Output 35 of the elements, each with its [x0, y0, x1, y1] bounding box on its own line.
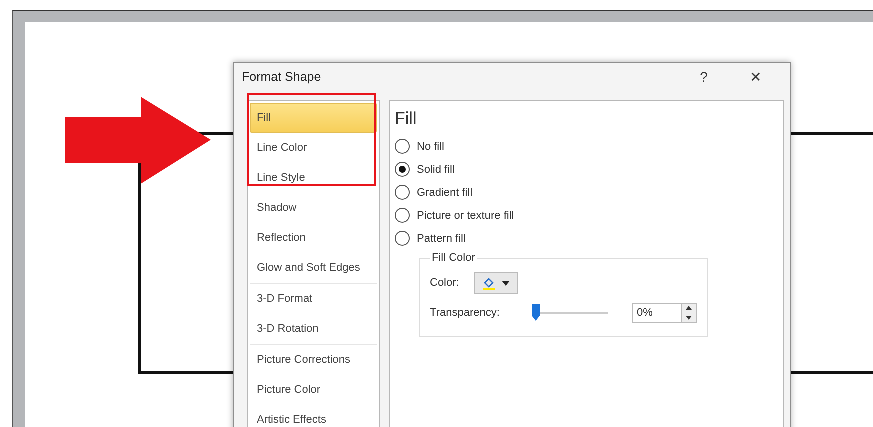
transparency-slider[interactable] — [532, 304, 608, 322]
color-label: Color: — [430, 277, 460, 289]
radio-button[interactable] — [395, 139, 410, 154]
close-button[interactable]: ✕ — [730, 65, 782, 89]
radio-label: Gradient fill — [417, 186, 473, 198]
category-item[interactable]: Picture Color — [250, 375, 377, 405]
help-button[interactable]: ? — [678, 65, 730, 89]
color-picker-button[interactable] — [474, 272, 518, 294]
caret-icon — [502, 280, 510, 286]
category-item[interactable]: Shadow — [250, 193, 377, 223]
category-item[interactable]: 3-D Format — [250, 284, 377, 314]
radio-button[interactable] — [395, 208, 410, 223]
category-item[interactable]: Reflection — [250, 223, 377, 253]
radio-label: Picture or texture fill — [417, 210, 514, 222]
transparency-label: Transparency: — [430, 307, 501, 319]
category-item[interactable]: 3-D Rotation — [250, 314, 377, 344]
radio-label: No fill — [417, 140, 445, 152]
category-item[interactable]: Glow and Soft Edges — [250, 253, 377, 283]
category-item[interactable]: Fill — [250, 103, 377, 133]
category-item[interactable]: Line Color — [250, 133, 377, 163]
radio-button[interactable] — [395, 231, 410, 246]
group-legend: Fill Color — [430, 252, 478, 264]
radio-label: Pattern fill — [417, 232, 466, 244]
paint-bucket-icon — [482, 276, 496, 290]
radio-button[interactable] — [395, 185, 410, 200]
radio-button[interactable] — [395, 162, 410, 177]
section-heading: Fill — [395, 109, 417, 129]
category-item[interactable]: Picture Corrections — [250, 345, 377, 375]
slider-thumb[interactable] — [532, 304, 540, 321]
transparency-field[interactable]: 0% — [632, 303, 682, 323]
arrow-icon — [65, 97, 211, 184]
category-item[interactable]: Line Style — [250, 163, 377, 193]
radio-label: Solid fill — [417, 164, 455, 176]
category-item[interactable]: Artistic Effects — [250, 405, 377, 427]
window-title: Format Shape — [242, 70, 322, 84]
